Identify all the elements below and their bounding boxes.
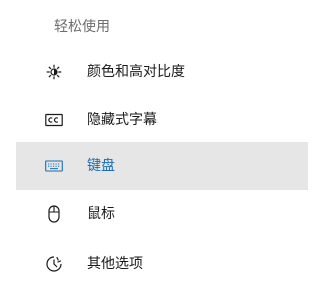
ease-of-access-nav: 轻松使用 颜色和高对比度 隐藏式字幕 键盘 鼠标 其他选项	[0, 0, 325, 303]
nav-item-label: 颜色和高对比度	[87, 64, 185, 80]
nav-item-label: 鼠标	[87, 206, 115, 222]
nav-item-label: 键盘	[87, 158, 115, 174]
nav-item-other-options[interactable]: 其他选项	[16, 240, 308, 288]
nav-item-keyboard[interactable]: 键盘	[16, 142, 308, 190]
nav-item-mouse[interactable]: 鼠标	[16, 190, 308, 238]
brightness-icon	[44, 62, 64, 82]
closed-caption-icon	[44, 110, 64, 130]
nav-item-label: 隐藏式字幕	[87, 112, 157, 128]
nav-item-label: 其他选项	[87, 256, 143, 272]
section-title: 轻松使用	[54, 19, 110, 35]
nav-item-color-high-contrast[interactable]: 颜色和高对比度	[16, 48, 308, 96]
mouse-icon	[44, 204, 64, 224]
nav-item-closed-captions[interactable]: 隐藏式字幕	[16, 96, 308, 144]
keyboard-icon	[44, 156, 64, 176]
other-options-icon	[44, 254, 64, 274]
